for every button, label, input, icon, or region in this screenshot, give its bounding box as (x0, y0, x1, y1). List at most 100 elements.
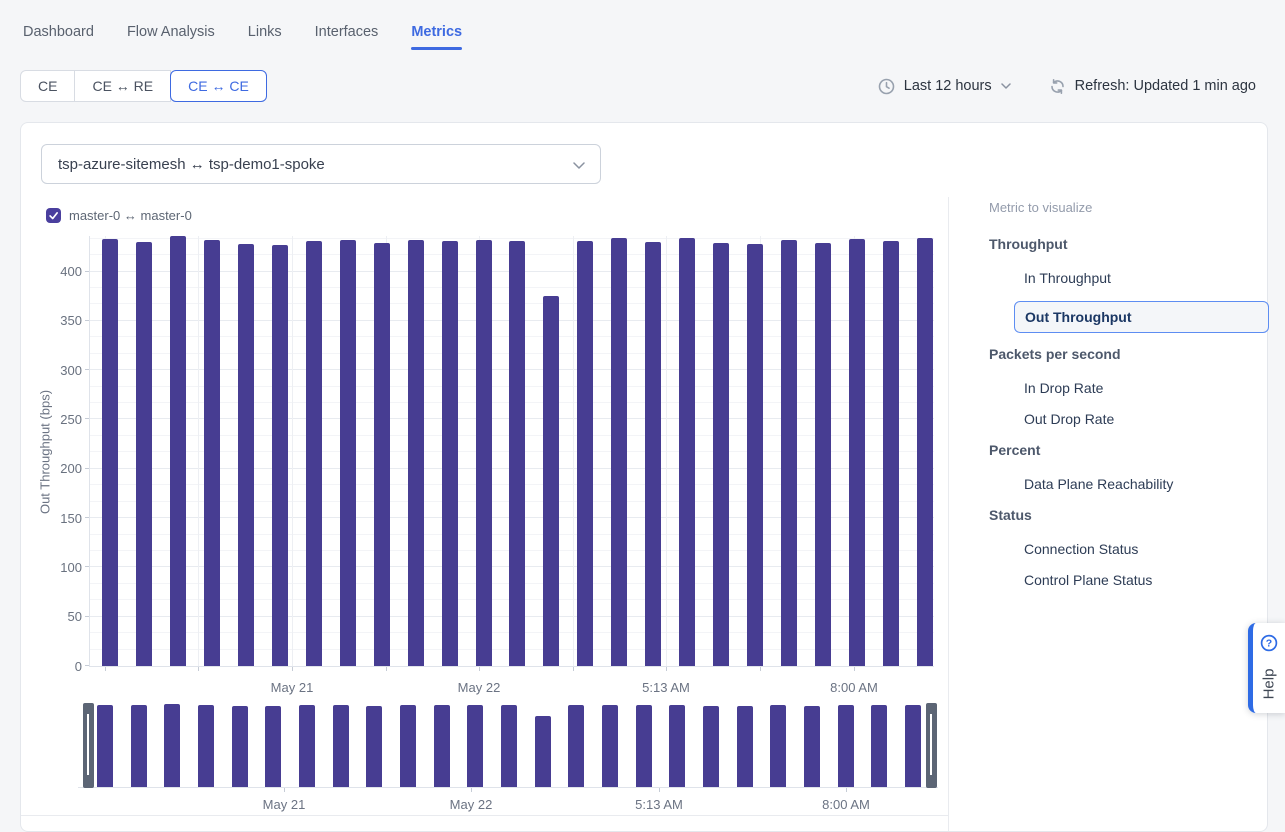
bar[interactable] (781, 240, 797, 666)
segment-button[interactable]: CE ↔ RE (74, 70, 171, 102)
nav-item-dashboard[interactable]: Dashboard (23, 24, 94, 50)
bar[interactable] (577, 241, 593, 666)
question-icon: ? (1260, 634, 1278, 652)
help-button[interactable]: ? Help (1248, 623, 1285, 713)
x-tick-label: May 21 (271, 680, 314, 695)
series-checkbox-label: master-0 ↔ master-0 (69, 208, 192, 223)
bar[interactable] (272, 245, 288, 666)
metric-item[interactable]: Out Throughput (1014, 301, 1269, 333)
axis-tick (760, 667, 761, 671)
y-tick-label: 150 (38, 511, 82, 526)
metrics-panel: tsp-azure-sitemesh ↔ tsp-demo1-spoke mas… (20, 122, 1268, 832)
navigator-handle-right[interactable] (926, 703, 937, 788)
navigator-bar (905, 705, 921, 787)
navigator-tick-label: 5:13 AM (635, 797, 683, 812)
chart-section: master-0 ↔ master-0 Out Throughput (bps)… (21, 197, 949, 831)
bar[interactable] (170, 236, 186, 666)
chevron-down-icon (1001, 83, 1011, 89)
navigator-bar (232, 706, 248, 787)
navigator-bar (366, 706, 382, 787)
nav-item-links[interactable]: Links (248, 24, 282, 50)
bar[interactable] (204, 240, 220, 666)
axis-tick (292, 667, 293, 671)
y-tick-label: 50 (38, 609, 82, 624)
navigator-bar (501, 705, 517, 787)
bar[interactable] (917, 238, 933, 666)
bar[interactable] (442, 241, 458, 666)
gridline (573, 236, 574, 666)
y-axis-title: Out Throughput (bps) (38, 390, 53, 514)
navigator-bar (636, 705, 652, 787)
bar[interactable] (340, 240, 356, 666)
refresh-button[interactable]: Refresh: Updated 1 min ago (1049, 78, 1256, 95)
navigator-bar (333, 705, 349, 787)
bar[interactable] (543, 296, 559, 666)
time-range-button[interactable]: Last 12 hours (878, 78, 1011, 95)
metric-group: Status Connection Status Control Plane Sta… (969, 507, 1269, 588)
navigator-bar (804, 706, 820, 787)
bar[interactable] (815, 243, 831, 666)
bar[interactable] (136, 242, 152, 666)
bar[interactable] (374, 243, 390, 666)
x-tick-label: May 22 (458, 680, 501, 695)
metric-item[interactable]: Data Plane Reachability (969, 476, 1269, 492)
bar[interactable] (238, 244, 254, 666)
x-tick-label: 8:00 AM (830, 680, 878, 695)
nav-item-interfaces[interactable]: Interfaces (315, 24, 379, 50)
bar[interactable] (102, 239, 118, 666)
toolbar: CECE ↔ RECE ↔ CE Last 12 hours (20, 70, 1256, 102)
axis-tick (471, 788, 472, 792)
bar[interactable] (645, 242, 661, 666)
axis-tick (284, 788, 285, 792)
metric-item[interactable]: Connection Status (969, 541, 1269, 557)
bar[interactable] (849, 239, 865, 666)
bar[interactable] (679, 238, 695, 666)
bar[interactable] (747, 244, 763, 666)
axis-tick (85, 369, 89, 370)
segment-button[interactable]: CE (20, 70, 75, 102)
metric-item[interactable]: In Drop Rate (969, 380, 1269, 396)
bar[interactable] (476, 240, 492, 666)
checkbox-checked-icon (46, 208, 61, 223)
series-checkbox[interactable]: master-0 ↔ master-0 (46, 208, 192, 223)
metric-sidebar: Metric to visualize ThroughputIn Through… (969, 200, 1269, 603)
bar[interactable] (306, 241, 322, 666)
pair-select[interactable]: tsp-azure-sitemesh ↔ tsp-demo1-spoke (41, 144, 601, 184)
navigator-bar (299, 705, 315, 787)
bar[interactable] (611, 238, 627, 666)
metric-group: PercentData Plane Reachability (969, 442, 1269, 492)
metric-group-heading: Status (989, 507, 1269, 523)
y-tick-label: 250 (38, 412, 82, 427)
time-range-label: Last 12 hours (904, 78, 992, 94)
axis-tick (659, 788, 660, 792)
navigator-bar (198, 705, 214, 787)
bar[interactable] (408, 240, 424, 666)
y-tick-label: 200 (38, 461, 82, 476)
x-tick-label: 5:13 AM (642, 680, 690, 695)
metric-group: ThroughputIn ThroughputOut Throughput (969, 236, 1269, 333)
navigator-handle-left[interactable] (83, 703, 94, 788)
bar-chart[interactable]: 050100150200250300350400May 21May 225:13… (89, 236, 934, 667)
navigator-bar (871, 705, 887, 787)
navigator-bar (434, 705, 450, 787)
bar[interactable] (509, 241, 525, 666)
nav-item-metrics[interactable]: Metrics (411, 24, 462, 50)
navigator-bar (265, 706, 281, 787)
chart-navigator[interactable]: May 21May 225:13 AM8:00 AM (78, 703, 938, 788)
metric-groups: ThroughputIn ThroughputOut ThroughputPac… (969, 236, 1269, 588)
navigator-bar (770, 705, 786, 787)
y-tick-label: 100 (38, 560, 82, 575)
metric-item[interactable]: Out Drop Rate (969, 411, 1269, 427)
bar[interactable] (713, 243, 729, 666)
y-tick-label: 350 (38, 313, 82, 328)
bar[interactable] (883, 241, 899, 666)
navigator-tick-label: 8:00 AM (822, 797, 870, 812)
pair-select-value: tsp-azure-sitemesh ↔ tsp-demo1-spoke (58, 156, 325, 173)
metric-item[interactable]: In Throughput (969, 270, 1269, 286)
navigator-bar (838, 705, 854, 787)
metric-item[interactable]: Control Plane Status (969, 572, 1269, 588)
segment-button[interactable]: CE ↔ CE (170, 70, 267, 102)
nav-item-flow-analysis[interactable]: Flow Analysis (127, 24, 215, 50)
refresh-icon (1049, 78, 1066, 95)
axis-tick (198, 667, 199, 671)
